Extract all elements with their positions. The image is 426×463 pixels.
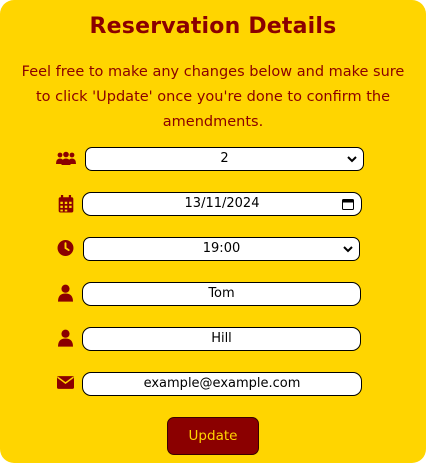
- date-value: 13/11/2024: [184, 196, 260, 211]
- calendar-icon: [58, 195, 74, 213]
- date-row: 13/11/2024: [0, 191, 426, 217]
- email-field[interactable]: example@example.com: [82, 372, 362, 396]
- calendar-picker-icon[interactable]: [342, 198, 354, 210]
- chevron-down-icon: [347, 156, 357, 163]
- intro-text: Feel free to make any changes below and …: [21, 64, 405, 130]
- last-name-row: Hill: [0, 326, 426, 352]
- email-row: example@example.com: [0, 371, 426, 397]
- page-title: Reservation Details: [89, 14, 337, 39]
- guests-value: 2: [220, 151, 229, 166]
- first-name-field[interactable]: Tom: [82, 282, 361, 306]
- group-icon: [56, 150, 76, 168]
- time-value: 19:00: [202, 241, 241, 256]
- user-icon: [58, 329, 73, 347]
- update-button[interactable]: Update: [167, 417, 259, 455]
- date-input[interactable]: 13/11/2024: [82, 192, 362, 216]
- chevron-down-icon: [343, 246, 353, 253]
- first-name-row: Tom: [0, 281, 426, 307]
- time-select[interactable]: 19:00: [83, 237, 360, 261]
- user-icon: [58, 284, 73, 302]
- first-name-value: Tom: [208, 286, 235, 301]
- last-name-field[interactable]: Hill: [82, 327, 361, 351]
- last-name-value: Hill: [211, 331, 232, 346]
- time-row: 19:00: [0, 236, 426, 262]
- guests-select[interactable]: 2: [85, 147, 364, 171]
- clock-icon: [57, 239, 74, 257]
- email-value: example@example.com: [143, 376, 301, 391]
- reservation-card: Reservation Details Feel free to make an…: [0, 0, 426, 463]
- envelope-icon: [57, 376, 74, 389]
- guests-row: 2: [0, 146, 426, 172]
